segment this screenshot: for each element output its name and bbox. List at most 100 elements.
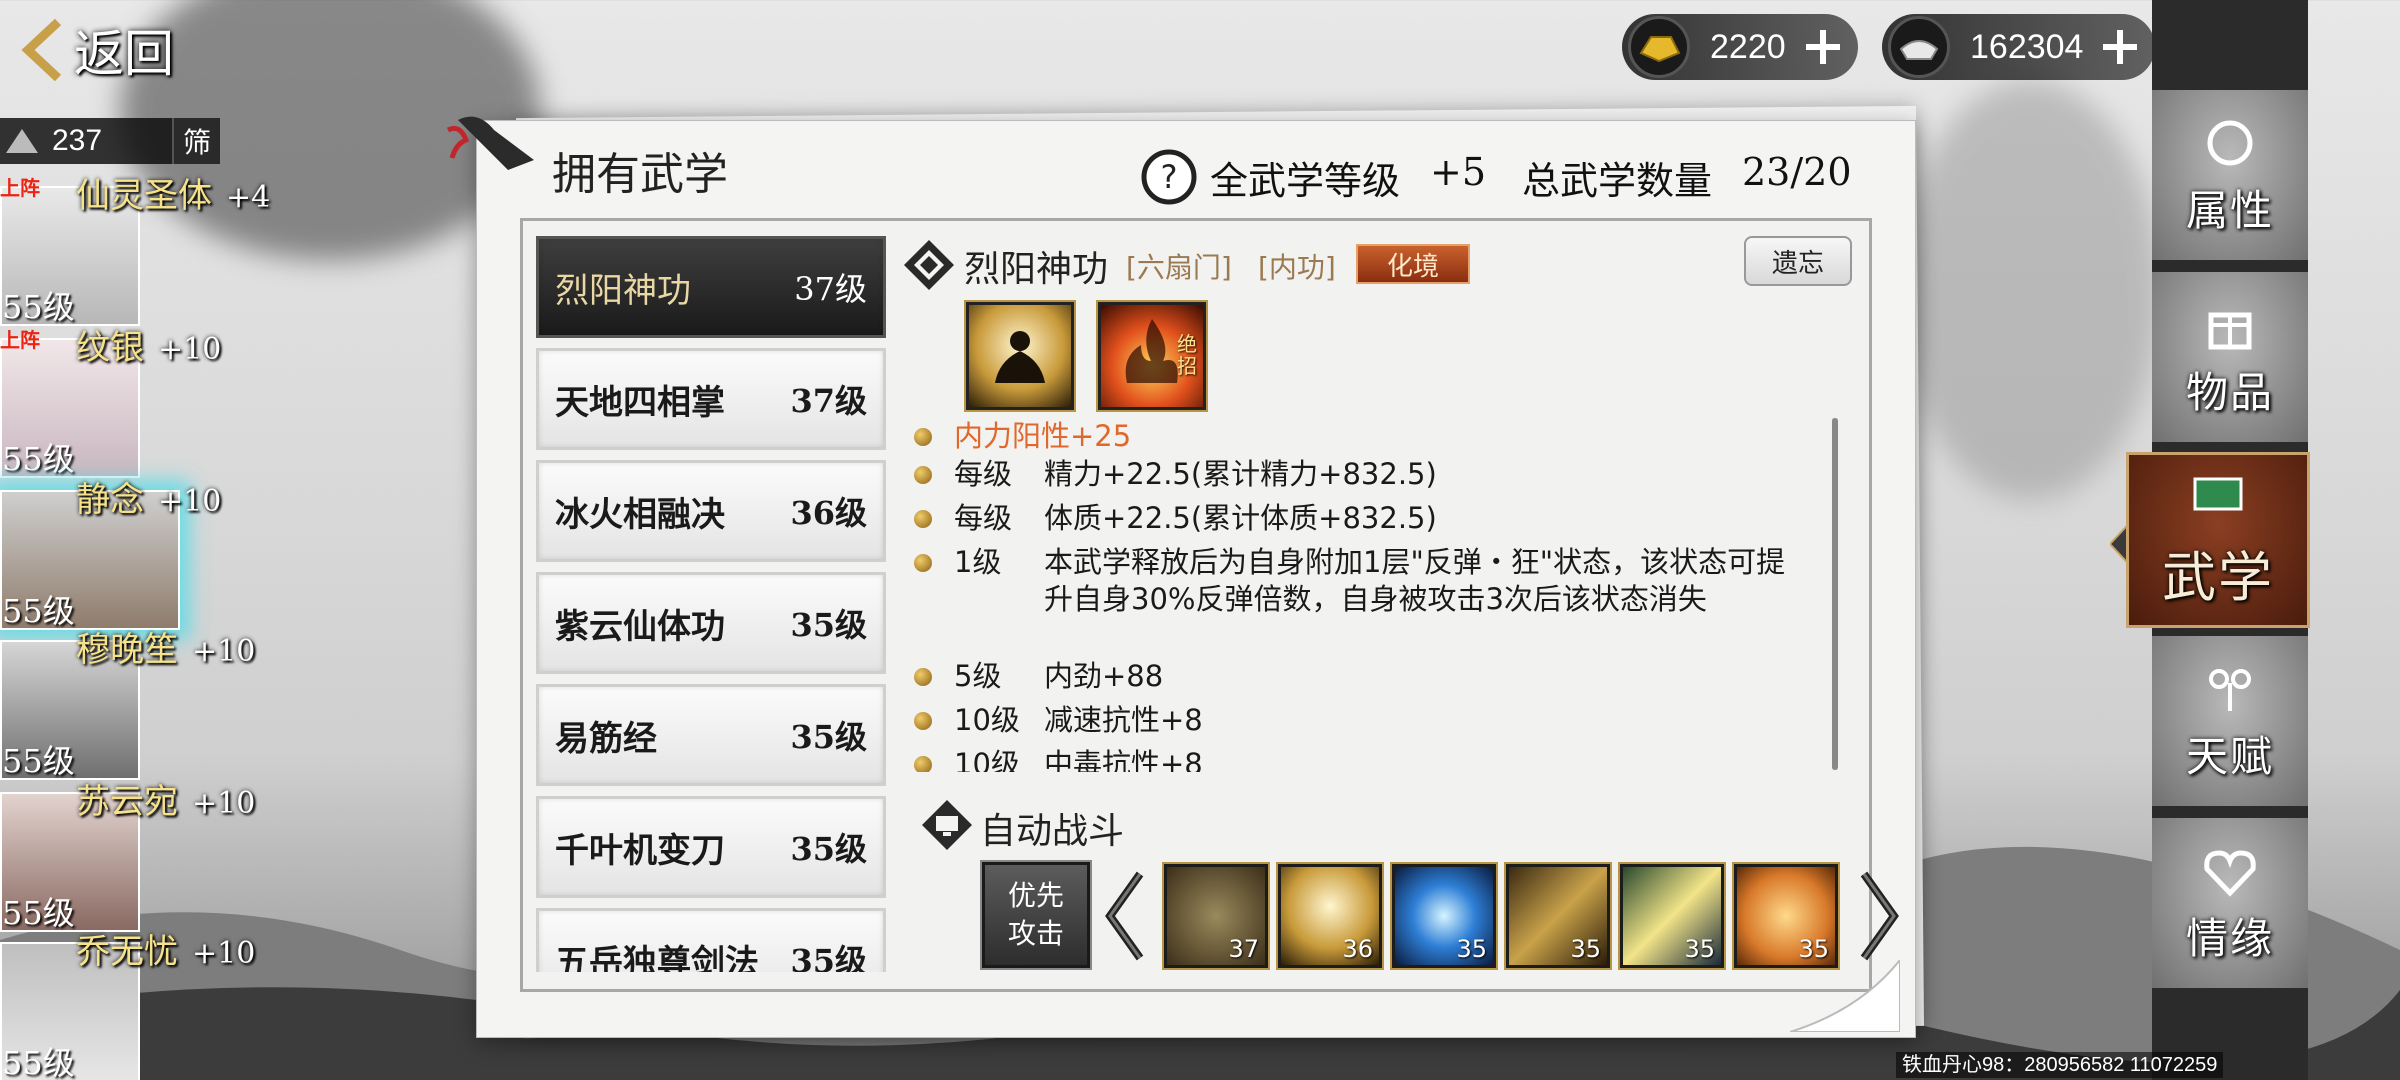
filter-button[interactable]: 筛 <box>172 118 220 164</box>
palm-icon[interactable]: 37 <box>1162 862 1270 970</box>
next-arrow-icon[interactable] <box>1854 866 1904 966</box>
orb-icon[interactable]: 35 <box>1390 862 1498 970</box>
gold-value: 2220 <box>1710 27 1786 66</box>
hero-card-selected[interactable]: 静念 +10 55级 <box>0 480 221 630</box>
bullet-icon <box>914 510 932 528</box>
skill-list-item[interactable]: 千叶机变刀 35级 <box>536 796 886 898</box>
monitor-diamond-icon <box>922 800 972 850</box>
effect-row: 每级 精力+22.5(累计精力+832.5) <box>914 456 1814 493</box>
bullet-icon <box>914 712 932 730</box>
skill-list[interactable]: 烈阳神功 37级 天地四相掌 37级 冰火相融决 36级 紫云仙体功 35级 易… <box>536 236 886 972</box>
sword-icon[interactable]: 35 <box>1618 862 1726 970</box>
tab-label: 天赋 <box>2185 731 2274 781</box>
skill-level: 35级 <box>790 718 867 756</box>
onstage-tag: 上阵 <box>0 328 40 352</box>
hero-card[interactable]: 上阵 纹银 +10 55级 <box>0 328 221 478</box>
effect-row: 内力阳性+25 <box>914 418 1814 455</box>
player-id-watermark: 铁血丹心98：280956582 11072259 <box>1896 1052 2224 1078</box>
brush-dart-icon <box>446 116 534 170</box>
tab-attributes[interactable]: 属性 <box>2152 90 2308 266</box>
blade-icon[interactable]: 35 <box>1504 862 1612 970</box>
meditate-icon[interactable]: 36 <box>1276 862 1384 970</box>
skill-list-item[interactable]: 五岳独尊剑法 35级 <box>536 908 886 972</box>
skill-level: 35级 <box>790 606 867 644</box>
skill-list-item[interactable]: 紫云仙体功 35级 <box>536 572 886 674</box>
effects-scrollbar[interactable] <box>1832 418 1838 770</box>
effect-row: 每级 体质+22.5(累计体质+832.5) <box>914 500 1814 537</box>
hero-card[interactable]: 穆晚笙 +10 55级 <box>0 630 255 780</box>
add-silver-icon[interactable] <box>2101 28 2139 66</box>
add-gold-icon[interactable] <box>1804 28 1842 66</box>
hero-name: 纹银 +10 <box>76 328 222 368</box>
skill-list-item[interactable]: 冰火相融决 36级 <box>536 460 886 562</box>
diamond-emblem-icon <box>904 240 954 290</box>
tab-talent[interactable]: 天赋 <box>2152 636 2308 812</box>
skill-name: 五岳独尊剑法 <box>555 942 759 973</box>
skill-list-item-selected[interactable]: 烈阳神功 37级 <box>536 236 886 338</box>
help-icon[interactable]: ? <box>1140 148 1198 206</box>
skill-name: 紫云仙体功 <box>555 606 725 647</box>
hero-name: 乔无忧 +10 <box>76 932 256 972</box>
hero-card[interactable]: 上阵 仙灵圣体 +4 55级 <box>0 176 270 326</box>
tab-label: 武学 <box>2162 545 2274 609</box>
hero-name: 仙灵圣体 +4 <box>76 176 271 216</box>
hero-name: 穆晚笙 +10 <box>76 630 256 670</box>
hero-level: 55级 <box>2 1044 75 1080</box>
onstage-tag: 上阵 <box>0 176 40 200</box>
tab-label: 情缘 <box>2185 913 2274 963</box>
slot-level: 35 <box>1684 935 1715 963</box>
effect-row: 10级 减速抗性+8 <box>914 702 1814 739</box>
heart-icon <box>2204 849 2256 897</box>
silver-counter: 162304 <box>1882 14 2156 80</box>
skill-list-item[interactable]: 天地四相掌 37级 <box>536 348 886 450</box>
ink-wash <box>1900 80 2160 500</box>
back-button[interactable]: 返回 <box>20 10 174 90</box>
tab-items[interactable]: 物品 <box>2152 272 2308 448</box>
hero-level: 55级 <box>2 440 75 478</box>
hero-name: 苏云宛 +10 <box>76 782 256 822</box>
skill-level: 37级 <box>790 382 867 420</box>
tab-martial-arts[interactable]: 武学 <box>2126 452 2310 628</box>
effect-row: 5级 内劲+88 <box>914 658 1814 695</box>
scrollbar-thumb[interactable] <box>1832 418 1838 770</box>
forget-button[interactable]: 遗忘 <box>1744 236 1852 286</box>
slot-level: 37 <box>1228 935 1259 963</box>
back-chevron-icon <box>21 18 62 82</box>
skill-name: 冰火相融决 <box>555 494 725 535</box>
realm-badge: 化境 <box>1356 244 1470 284</box>
skill-name: 千叶机变刀 <box>555 830 725 871</box>
tab-bonds[interactable]: 情缘 <box>2152 818 2308 994</box>
hero-card[interactable]: 乔无忧 +10 55级 <box>0 932 255 1080</box>
book-icon <box>2193 477 2243 510</box>
silver-ingot-icon <box>1888 16 1950 78</box>
page-curl <box>1790 960 1900 1032</box>
gold-counter: 2220 <box>1622 14 1858 80</box>
slot-level: 36 <box>1342 935 1373 963</box>
skill-name: 烈阳神功 <box>555 270 691 311</box>
skill-list-item[interactable]: 易筋经 35级 <box>536 684 886 786</box>
bullet-icon <box>914 466 932 484</box>
face-icon <box>2207 120 2253 165</box>
hero-card[interactable]: 苏云宛 +10 55级 <box>0 782 255 932</box>
meditate-icon[interactable] <box>964 300 1076 412</box>
skill-level: 35级 <box>790 830 867 868</box>
taiji-palm-icon[interactable]: 35 <box>1732 862 1840 970</box>
hero-level: 55级 <box>2 592 75 630</box>
hero-level: 55级 <box>2 288 75 326</box>
slot-level: 35 <box>1570 935 1601 963</box>
total-skill-label: 总武学数量 <box>1522 159 1713 203</box>
effect-row: 1级 本武学释放后为自身附加1层"反弹・狂"状态，该状态可提升自身30%反弹倍数… <box>914 544 1814 618</box>
roster-icon <box>6 129 38 153</box>
talent-icon <box>2209 668 2251 711</box>
priority-line-2: 攻击 <box>1007 917 1064 950</box>
auto-battle-label: 自动战斗 <box>980 811 1125 852</box>
effects-list[interactable]: 内力阳性+25 每级 精力+22.5(累计精力+832.5) 每级 体质+22.… <box>914 418 1834 772</box>
priority-attack-button[interactable]: 优先 攻击 <box>980 860 1092 970</box>
all-skill-level-label: 全武学等级 <box>1210 159 1401 203</box>
roster-count: 237 <box>52 124 103 157</box>
detail-skill-name: 烈阳神功 <box>964 249 1109 290</box>
ultimate-flame-icon[interactable]: 绝招 <box>1096 300 1208 412</box>
panel-title: 拥有武学 <box>552 149 728 200</box>
bullet-icon <box>914 554 932 572</box>
prev-arrow-icon[interactable] <box>1100 866 1150 966</box>
